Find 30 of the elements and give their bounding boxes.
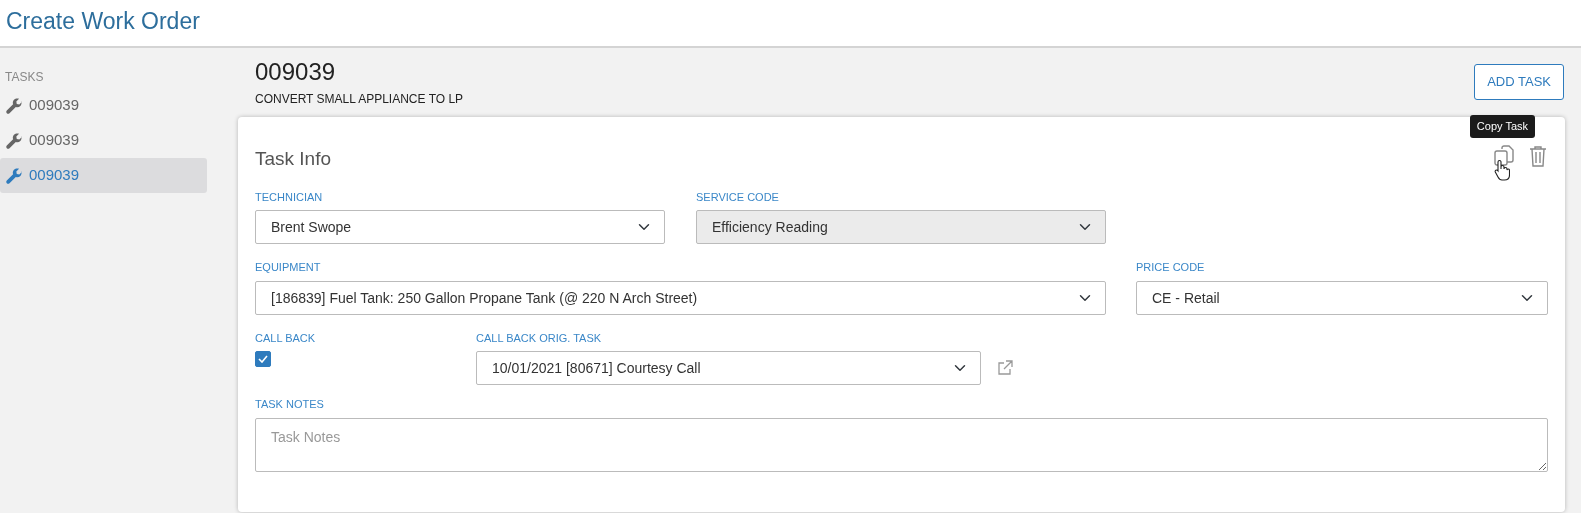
field-label: TECHNICIAN (255, 189, 323, 205)
select-field[interactable]: Brent Swope (255, 210, 665, 244)
sidebar-item[interactable]: 009039 (0, 88, 207, 123)
hand-cursor-icon (1494, 159, 1510, 181)
select-field[interactable]: [186839] Fuel Tank: 250 Gallon Propane Tank (@ 220 N Arch Street) (255, 280, 1106, 315)
sidebar-item[interactable]: 009039 (0, 123, 207, 158)
task-description: CONVERT SMALL APPLIANCE TO LP (255, 91, 464, 108)
wrench-icon (5, 166, 23, 185)
wrench-icon (5, 96, 23, 115)
field-label: TASK NOTES (255, 397, 324, 412)
add-task-button[interactable]: ADD TASK (1474, 64, 1564, 100)
task-number: 009039 (255, 58, 337, 86)
field-label: CALL BACK (255, 330, 316, 346)
select-field[interactable]: CE - Retail (1136, 280, 1548, 315)
checkbox[interactable] (255, 351, 271, 367)
select-field[interactable]: 10/01/2021 [80671] Courtesy Call (476, 351, 981, 385)
field-label: EQUIPMENT (255, 260, 321, 275)
card-title: Task Info (255, 147, 332, 171)
field-label: CALL BACK ORIG. TASK (476, 330, 602, 346)
field-label: PRICE CODE (1136, 260, 1205, 275)
field-label: SERVICE CODE (696, 189, 779, 205)
wrench-icon (5, 131, 23, 150)
check-icon (258, 355, 268, 363)
copy-icon[interactable] (1494, 145, 1516, 167)
trash-icon[interactable] (1528, 145, 1548, 167)
notes-field[interactable]: Task Notes (255, 417, 1548, 472)
sidebar-heading: TASKS (4, 69, 45, 86)
page-title: Create Work Order (6, 7, 201, 36)
external-link-icon[interactable] (997, 360, 1013, 376)
tooltip: Copy Task (1469, 115, 1535, 138)
